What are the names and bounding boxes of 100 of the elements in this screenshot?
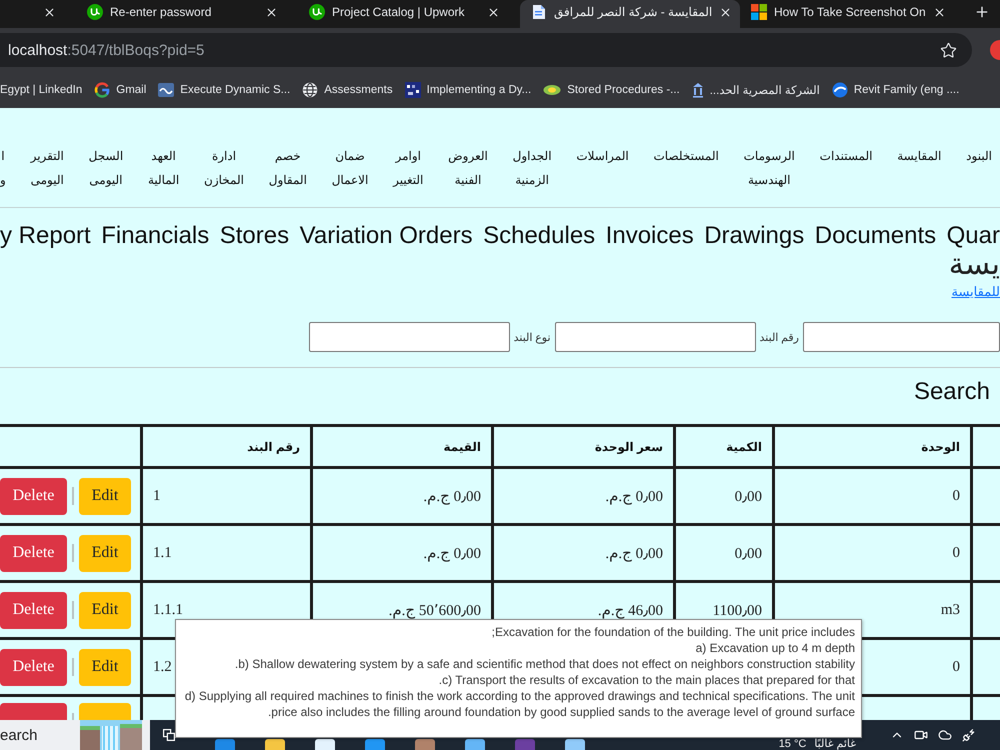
nav-link[interactable]: المستندات [820,144,872,168]
browser-tab[interactable]: Re-enter password [76,0,298,28]
table-cell-text: 0٫00 [734,546,762,562]
search-button[interactable]: Search [914,378,990,406]
swoosh-logo-icon [832,82,848,98]
table-cell-text: 50٬600٫00 ج.م. [388,602,481,618]
delete-button[interactable]: Delete [0,478,67,514]
cloud-icon[interactable] [938,728,952,742]
oval-logo-icon [543,83,562,97]
nav-link[interactable]: Financials [101,222,210,250]
pixel-tile-icon [404,82,421,98]
address-bar[interactable]: localhost:5047/tblBoqs?pid=5 [0,33,972,67]
field-label: نوع البند [514,330,551,344]
table-cell-text: 1.1.1 [153,602,183,618]
table-cell-text: 46٫00 ج.م. [598,602,663,618]
browser-tab[interactable]: How To Take Screenshot On [740,0,962,28]
table-cell-text: 0٫00 [734,488,762,504]
nav-link[interactable]: العروض الفنية [448,144,488,192]
site-logo-icon [87,4,103,20]
weather-temperature: 15 °C [778,738,806,750]
column-header: الكمية [726,440,762,454]
bookmark[interactable]: Assessments [302,82,393,98]
close-icon[interactable] [719,6,732,18]
nav-link[interactable]: المراسلات [576,144,629,168]
close-icon[interactable] [43,6,56,18]
four-squares-logo-icon [751,4,767,20]
column-header: سعر الوحدة [594,440,663,454]
nav-link[interactable]: Stores [220,222,290,250]
edit-button[interactable]: Edit [79,592,131,628]
nav-link[interactable]: Variation Orders [300,222,473,250]
delete-button[interactable]: Delete [0,534,67,572]
tooltip-text: ;Excavation for the foundation of the building. The unit price includes a) Excavation up to 4 m depth .b) Shallow dewatering system by a safe and scientific method that does not effect on neighbors construction stability .c) Transport the results of excavation to the main places that prepared for that d) Supplying all required machines to finish the work according to the approved drawings and technical specifications. The unit .price also includes the filling around foundation by good supplied sands to the average level of ground surface [184,624,855,720]
g-logo-icon [94,82,110,98]
column-header: الوحدة [921,440,960,454]
edit-button[interactable]: Edit [79,478,131,514]
table-cell-text: 1.1 [153,544,172,560]
nav-link[interactable]: Schedules [483,222,596,250]
url-text: localhost:5047/tblBoqs?pid=5 [8,42,204,58]
table-cell-text: m3 [940,602,960,618]
table-cell-text: 1 [153,488,160,504]
bookmark[interactable]: Stored Procedures -... [543,83,680,97]
nav-link[interactable]: ادارة المخازن [204,144,244,192]
bookmark[interactable]: Implementing a Dy... [404,82,532,98]
nav-link[interactable]: الرسومات الهندسية [744,144,795,192]
camera-icon[interactable] [914,728,928,742]
nav-link[interactable]: اوامر التغيير [393,144,424,192]
nav-link[interactable]: التقرير اليومى [30,144,64,192]
close-icon[interactable] [932,6,946,18]
table-cell-text: 1100٫00 [712,602,762,618]
nav-link[interactable]: البنود [966,144,992,168]
table-cell-text: 0 [952,488,960,504]
filter-field[interactable] [308,322,510,352]
close-icon[interactable] [265,6,278,18]
bookmark-star-icon[interactable] [940,42,957,58]
taskbar-search-field[interactable]: earch [0,720,150,750]
bookmark[interactable]: Execute Dynamic S... [158,82,290,98]
nav-link[interactable]: Drawings [704,222,804,250]
filter-field[interactable] [554,322,756,352]
nav-link[interactable]: Quar [946,222,1000,250]
edit-button[interactable]: Edit [79,534,131,572]
nav-link[interactable]: ضمان الاعمال [332,144,368,192]
nav-link[interactable]: خصم المقاول [268,144,307,192]
bookmark[interactable]: Revit Family (eng .... [832,82,960,98]
nav-link[interactable]: العهد المالية [148,144,180,192]
table-cell-text: 0 [952,544,960,560]
nav-link[interactable]: المقايسة [897,144,942,168]
column-header: القيمة [444,440,481,454]
site-logo-icon [309,4,325,20]
table-cell-text: 0 [952,658,960,674]
weather-condition: غائم غالبًا [814,738,856,750]
table-cell-text: 0٫00 ج.م. [423,488,481,504]
table-cell-text: 0٫00 ج.م. [605,546,663,562]
nav-link[interactable]: y Report [0,222,91,250]
task-view-icon[interactable] [163,729,175,741]
delete-button[interactable]: Delete [0,592,67,628]
bookmark[interactable]: الشركة المصرية الحد... [692,82,820,98]
add-item-link[interactable]: للمقايسة [951,284,1000,300]
nav-link[interactable]: المستخلصات [654,144,719,168]
table-cell-text: 0٫00 ج.م. [423,546,481,562]
close-icon[interactable] [487,6,500,18]
column-header: رقم البند [247,440,300,454]
nav-link[interactable]: الجداول الزمنية [512,144,552,192]
bookmark[interactable]: Gmail [94,82,146,98]
browser-tab[interactable]: Project Catalog | Upwork [298,0,520,28]
extension-icon[interactable] [988,40,1000,60]
nav-link[interactable]: Invoices [606,222,694,250]
globe-icon [302,82,318,98]
wave-tile-icon [158,82,174,98]
edit-button[interactable]: Edit [79,648,131,686]
table-cell-text: 0٫00 ج.م. [605,488,663,504]
plug-icon[interactable] [962,728,976,742]
delete-button[interactable]: Delete [0,648,67,686]
page-heading: يسة [948,250,1000,280]
nav-link[interactable]: Documents [814,222,936,250]
nav-link[interactable]: السجل اليومى [88,144,124,192]
filter-field[interactable] [803,322,1000,352]
bookmark[interactable]: Egypt | LinkedIn [0,84,82,96]
browser-tab[interactable]: المقايسة - شركة النصر للمرافق [520,0,740,28]
new-tab-icon[interactable] [974,4,990,20]
field-label: رقم البند [760,330,799,344]
